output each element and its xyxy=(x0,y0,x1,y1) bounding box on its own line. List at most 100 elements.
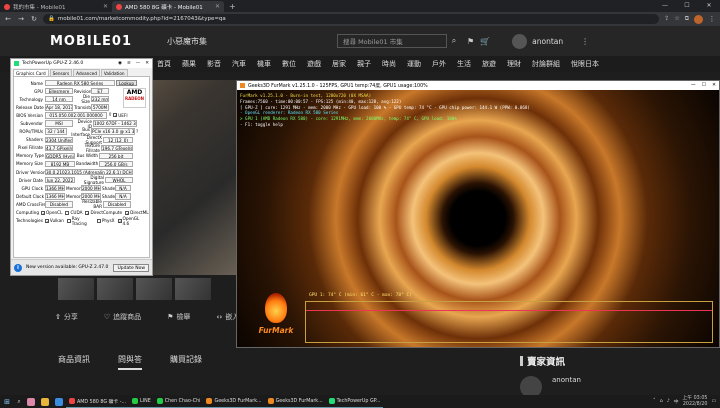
nav-item[interactable]: 理財 xyxy=(507,59,521,69)
search-icon[interactable]: ⌕ xyxy=(14,398,24,406)
nav-item[interactable]: 戶外 xyxy=(432,59,446,69)
minimize-icon[interactable]: — xyxy=(691,83,696,88)
nav-item[interactable]: 汽車 xyxy=(232,59,246,69)
share-page-icon[interactable]: ⇪ xyxy=(664,15,669,23)
camera-icon[interactable]: ◉ xyxy=(118,61,122,66)
furmark-hud: FurMark v1.25.1.0 - Burn-in test, 1280x7… xyxy=(240,93,530,128)
nav-item[interactable]: 運動 xyxy=(407,59,421,69)
physx-checkbox: PhysX xyxy=(96,218,115,223)
username[interactable]: anontan xyxy=(532,37,563,46)
product-thumbnail[interactable] xyxy=(136,278,172,300)
taskbar-item-furmark[interactable]: Geeks3D FurMark... xyxy=(264,395,326,408)
minimize-icon[interactable]: — xyxy=(654,0,676,12)
tab-sensors[interactable]: Sensors xyxy=(49,69,73,76)
nav-item[interactable]: 機車 xyxy=(257,59,271,69)
bookmark-icon[interactable]: ⚑ xyxy=(467,37,474,46)
nav-item[interactable]: 居家 xyxy=(332,59,346,69)
share-bios-icon[interactable]: ⇪ xyxy=(108,112,112,118)
bookmark-star-icon[interactable]: ☆ xyxy=(674,15,679,23)
close-tab-icon[interactable]: ✕ xyxy=(215,3,220,10)
taskbar-item-chrome[interactable]: AMD 580 8G 礦卡 -... xyxy=(66,395,130,408)
browser-tab[interactable]: 我的市集 - Mobile01 ✕ xyxy=(0,1,112,12)
browser-tab-active[interactable]: AMD 580 8G 礦卡 - Mobile01 ✕ xyxy=(112,1,224,12)
forward-icon[interactable]: → xyxy=(17,15,25,23)
nav-item[interactable]: 蘋果 xyxy=(182,59,196,69)
tab-advanced[interactable]: Advanced xyxy=(73,69,100,76)
site-logo[interactable]: MOBILE01 xyxy=(50,34,132,49)
checkbox-icon xyxy=(96,218,101,223)
pinned-app-icon[interactable] xyxy=(27,397,35,406)
gpuz-value: Disabled xyxy=(103,201,131,208)
windows-start-icon[interactable]: ⊞ xyxy=(0,398,14,406)
nav-item[interactable]: 遊戲 xyxy=(307,59,321,69)
gpu-name-field[interactable]: Radeon RX 580 Series xyxy=(45,79,115,87)
browser-menu-icon[interactable]: ⋮ xyxy=(708,15,716,23)
taskbar-item-furmark[interactable]: Geeks3D FurMark... xyxy=(203,395,265,408)
tab-qa[interactable]: 問與答 xyxy=(118,354,142,370)
lookup-button[interactable]: Lookup xyxy=(116,79,137,87)
extensions-icon[interactable]: ⧉ xyxy=(685,15,689,23)
back-icon[interactable]: ← xyxy=(4,15,12,23)
close-window-icon[interactable]: ✕ xyxy=(712,83,716,88)
nav-item[interactable]: 時尚 xyxy=(382,59,396,69)
browser-profile-avatar[interactable] xyxy=(694,14,703,24)
tab-purchase-history[interactable]: 購買記錄 xyxy=(170,354,202,370)
close-tab-icon[interactable]: ✕ xyxy=(103,3,108,10)
input-language[interactable]: 中 xyxy=(674,398,679,405)
update-now-button[interactable]: Update Now xyxy=(113,263,149,272)
volume-icon[interactable]: ♪ xyxy=(667,399,670,404)
nav-item[interactable]: 討論群組 xyxy=(532,59,560,69)
nav-item[interactable]: 首頁 xyxy=(157,59,171,69)
product-thumbnail[interactable] xyxy=(175,278,211,300)
minimize-icon[interactable]: — xyxy=(136,61,141,66)
gpuz-value: 1002 67DF - 1462 3416 xyxy=(93,120,137,127)
reload-icon[interactable]: ↻ xyxy=(30,15,38,23)
gpuz-label: AMD CrossFire xyxy=(16,201,46,207)
hamburger-menu-icon[interactable]: ≡ xyxy=(127,61,131,66)
opencl-checkbox: ✓ OpenCL xyxy=(41,210,62,215)
notification-icon[interactable]: ▭ xyxy=(711,399,716,404)
seller-name[interactable]: anontan xyxy=(552,376,720,384)
address-bar[interactable]: 🔒 mobile01.com/marketcommodity.php?id=21… xyxy=(43,14,660,24)
pinned-app-icon[interactable] xyxy=(55,397,63,406)
cart-icon[interactable]: 🛒 xyxy=(480,37,490,46)
market-section-title[interactable]: 小惡魔市集 xyxy=(167,36,207,47)
product-thumbnail[interactable] xyxy=(58,278,94,300)
close-window-icon[interactable]: ✕ xyxy=(698,0,720,12)
product-thumbnail[interactable] xyxy=(97,278,133,300)
tray-chevron-icon[interactable]: ˄ xyxy=(653,399,655,404)
nav-item[interactable]: 親子 xyxy=(357,59,371,69)
new-tab-button[interactable]: + xyxy=(224,1,241,12)
file-explorer-icon[interactable] xyxy=(41,397,49,406)
checkbox-label: Vulkan xyxy=(49,218,64,224)
taskbar-item-line[interactable]: LINE xyxy=(129,395,154,408)
gpuz-label: Technology xyxy=(19,96,43,102)
share-button[interactable]: ⇧ 分享 xyxy=(55,312,78,322)
user-avatar[interactable] xyxy=(512,33,528,49)
tab-graphics-card[interactable]: Graphics Card xyxy=(13,69,49,76)
uefi-label: UEFI xyxy=(118,112,128,118)
nav-item[interactable]: 數位 xyxy=(282,59,296,69)
more-icon[interactable]: ⋮ xyxy=(581,37,589,46)
clock[interactable]: 上午 03:05 2022/8/20 xyxy=(683,396,708,407)
gpuz-row: AMD CrossFire Disabled Resizable BAR Dis… xyxy=(16,199,147,209)
gpuz-label: Transistors xyxy=(74,104,97,110)
help-icon[interactable]: ? xyxy=(136,129,138,134)
taskbar-item-line-chat[interactable]: Chen Chao-Chi xyxy=(153,395,204,408)
follow-button[interactable]: ♡ 追蹤商品 xyxy=(104,312,141,322)
site-search-input[interactable]: 搜尋 Mobile01 市集 xyxy=(337,34,447,48)
maximize-icon[interactable]: ☐ xyxy=(676,0,698,12)
report-button[interactable]: ⚑ 檢舉 xyxy=(167,312,190,322)
tab-validation[interactable]: Validation xyxy=(100,69,128,76)
nav-item[interactable]: 悅眼日本 xyxy=(571,59,599,69)
furmark-app-icon xyxy=(240,83,245,88)
nav-item[interactable]: 旅遊 xyxy=(482,59,496,69)
network-icon[interactable]: ⌂ xyxy=(660,399,663,404)
nav-item[interactable]: 生活 xyxy=(457,59,471,69)
tab-product-info[interactable]: 商品資訊 xyxy=(58,354,90,370)
maximize-icon[interactable]: ☐ xyxy=(702,83,706,88)
taskbar-item-gpuz[interactable]: TechPowerUp GP... xyxy=(325,395,384,408)
nav-item[interactable]: 影音 xyxy=(207,59,221,69)
close-window-icon[interactable]: ✕ xyxy=(145,61,149,66)
search-icon[interactable]: ⌕ xyxy=(447,34,461,48)
